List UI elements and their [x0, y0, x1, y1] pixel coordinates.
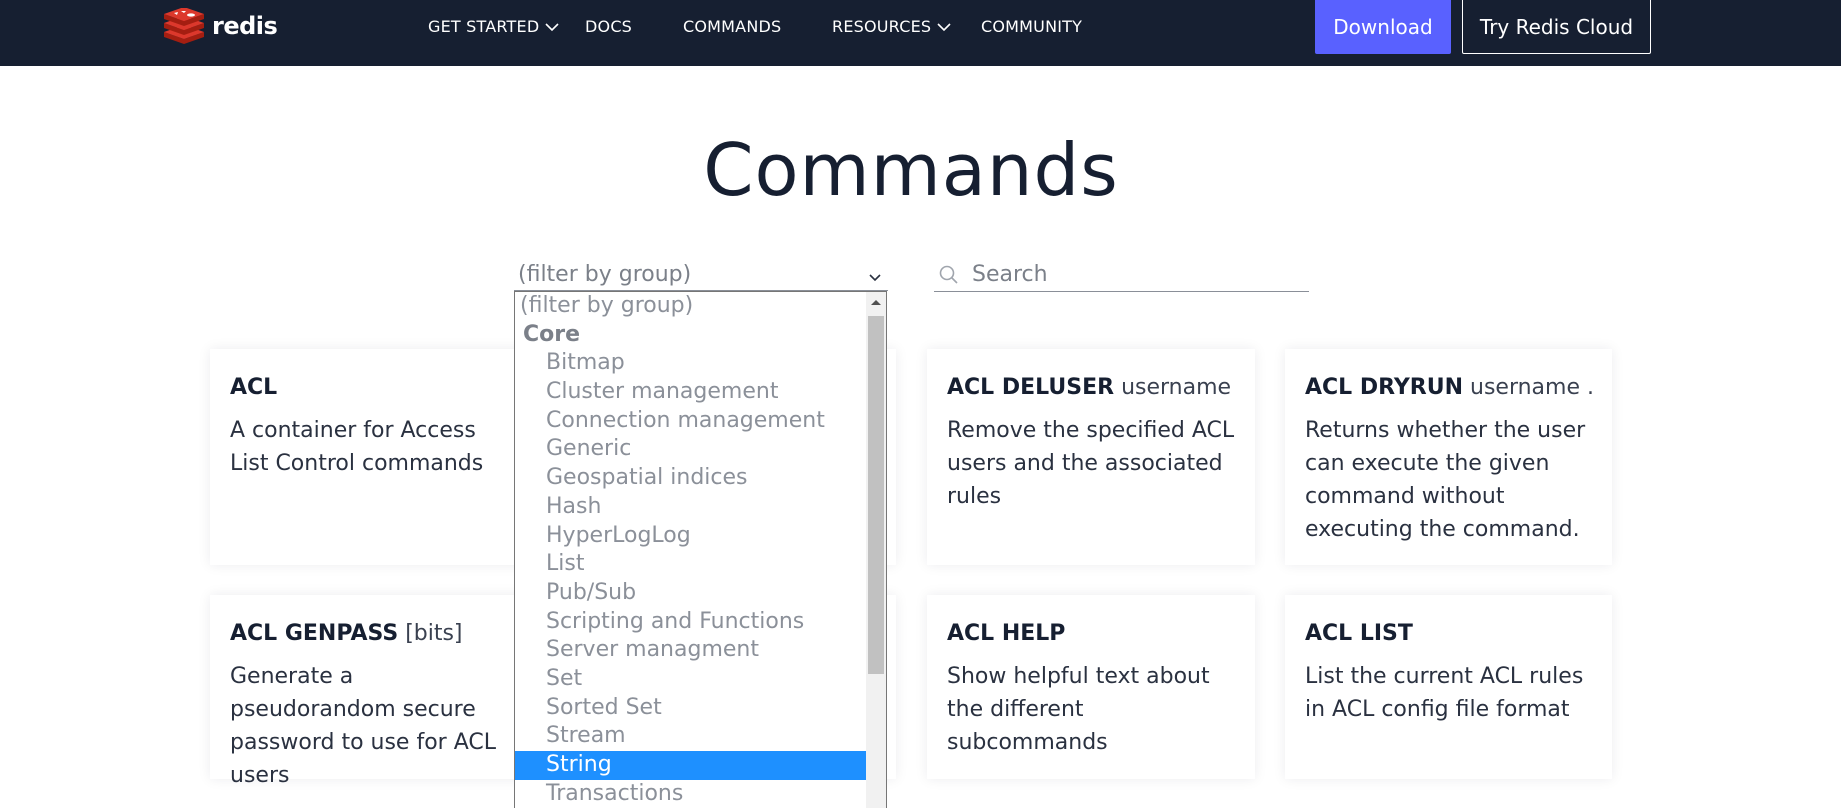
command-description: Generate a pseudorandom secure password … — [230, 664, 496, 788]
nav-resources-label: RESOURCES — [832, 16, 932, 36]
nav-get-started[interactable]: GET STARTED — [428, 0, 559, 52]
group-filter-select[interactable]: (filter by group) — [514, 258, 888, 291]
dropdown-option[interactable]: Generic — [515, 435, 886, 464]
nav-commands[interactable]: COMMANDS — [683, 0, 781, 52]
nav-resources[interactable]: RESOURCES — [832, 0, 951, 52]
command-description: Returns whether the user can execute the… — [1305, 418, 1586, 542]
command-name: ACL HELP — [947, 621, 1066, 646]
command-args: username ... — [1121, 375, 1235, 400]
redis-logo[interactable]: redis — [162, 8, 278, 44]
try-redis-cloud-button[interactable]: Try Redis Cloud — [1462, 0, 1651, 54]
command-args: username ... — [1470, 375, 1592, 400]
dropdown-option[interactable]: Scripting and Functions — [515, 608, 886, 637]
download-button[interactable]: Download — [1315, 0, 1451, 54]
dropdown-option[interactable]: Stream — [515, 722, 886, 751]
dropdown-option[interactable]: String — [515, 751, 867, 780]
scroll-up-arrow-icon[interactable] — [866, 292, 886, 312]
command-name: ACL DELUSER — [947, 375, 1115, 400]
top-navigation: redis GET STARTED DOCS COMMANDS RESOURCE… — [0, 0, 1841, 66]
dropdown-option[interactable]: HyperLogLog — [515, 522, 886, 551]
nav-get-started-label: GET STARTED — [428, 16, 540, 36]
dropdown-option[interactable]: Transactions — [515, 780, 886, 808]
dropdown-scrollbar[interactable] — [866, 292, 886, 808]
dropdown-option[interactable]: Connection management — [515, 407, 886, 436]
dropdown-option[interactable]: List — [515, 550, 886, 579]
command-name: ACL DRYRUN — [1305, 375, 1463, 400]
group-filter-selected-value: (filter by group) — [518, 261, 692, 287]
dropdown-option[interactable]: Hash — [515, 493, 886, 522]
command-description: List the current ACL rules in ACL config… — [1305, 664, 1584, 722]
redis-cube-icon — [162, 8, 206, 44]
command-card-acl-help[interactable]: ACL HELP Show helpful text about the dif… — [927, 595, 1255, 779]
command-card-title: ACL DELUSER username ... — [947, 375, 1235, 400]
dropdown-option[interactable]: Server managment — [515, 636, 886, 665]
dropdown-option[interactable]: Geospatial indices — [515, 464, 886, 493]
dropdown-option[interactable]: Bitmap — [515, 349, 886, 378]
dropdown-option[interactable]: Cluster management — [515, 378, 886, 407]
command-card-acl-deluser[interactable]: ACL DELUSER username ... Remove the spec… — [927, 349, 1255, 565]
dropdown-option[interactable]: Sorted Set — [515, 694, 886, 723]
command-name: ACL LIST — [1305, 621, 1413, 646]
dropdown-option[interactable]: Set — [515, 665, 886, 694]
chevron-down-icon — [937, 17, 951, 36]
nav-docs[interactable]: DOCS — [585, 0, 632, 52]
command-card-title: ACL HELP — [947, 621, 1235, 646]
chevron-down-icon — [545, 17, 559, 36]
nav-commands-label: COMMANDS — [683, 16, 782, 36]
command-description: A container for Access List Control comm… — [230, 418, 484, 476]
command-name: ACL — [230, 375, 278, 400]
chevron-down-icon — [868, 264, 882, 289]
dropdown-option[interactable]: Pub/Sub — [515, 579, 886, 608]
page-title: Commands — [703, 128, 1119, 212]
command-card-title: ACL LIST — [1305, 621, 1592, 646]
command-name: ACL GENPASS — [230, 621, 399, 646]
command-description: Remove the specified ACL users and the a… — [947, 418, 1235, 509]
nav-community-label: COMMUNITY — [981, 16, 1083, 36]
command-description: Show helpful text about the different su… — [947, 664, 1210, 755]
dropdown-option[interactable]: (filter by group) — [515, 292, 886, 321]
dropdown-optgroup-label: Core — [523, 321, 581, 347]
search-field[interactable] — [934, 258, 1309, 292]
command-card-acl-list[interactable]: ACL LIST List the current ACL rules in A… — [1285, 595, 1612, 779]
command-card-acl-dryrun[interactable]: ACL DRYRUN username ... Returns whether … — [1285, 349, 1612, 565]
command-args: [bits] — [405, 621, 463, 646]
scrollbar-thumb[interactable] — [868, 316, 884, 674]
group-filter-dropdown-list[interactable]: (filter by group) Core Bitmap Cluster manag… — [514, 291, 887, 808]
logo-wordmark: redis — [212, 12, 278, 40]
nav-community[interactable]: COMMUNITY — [981, 0, 1082, 52]
nav-docs-label: DOCS — [585, 16, 633, 36]
search-input[interactable] — [972, 262, 1292, 287]
search-icon — [938, 264, 960, 286]
dropdown-options: (filter by group) Core Bitmap Cluster manag… — [515, 292, 886, 808]
command-card-title: ACL DRYRUN username ... — [1305, 375, 1592, 400]
